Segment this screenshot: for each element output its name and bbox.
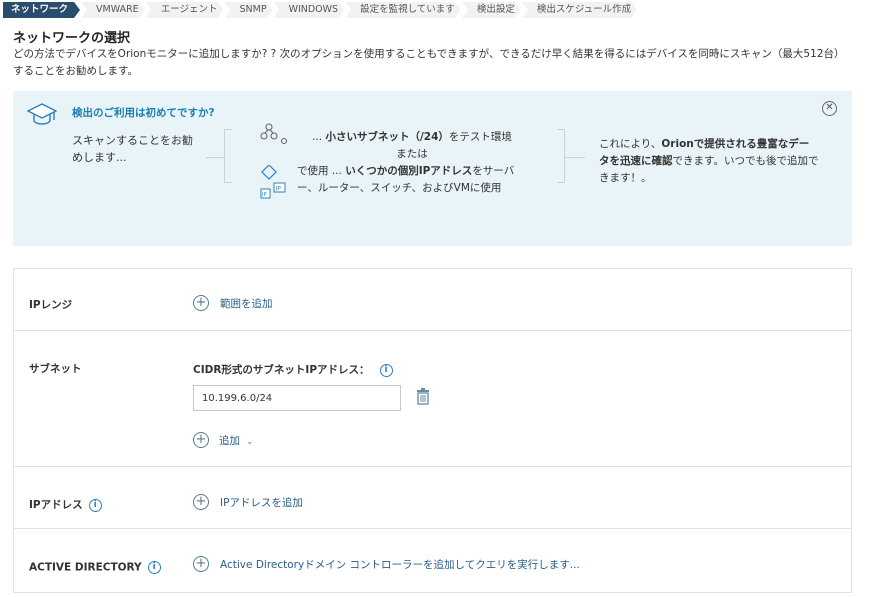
subnet-cidr-input[interactable] bbox=[193, 385, 401, 411]
add-subnet-button[interactable]: 追加 ⌄ bbox=[219, 433, 254, 448]
breadcrumb-step-windows[interactable]: WINDOWS bbox=[274, 2, 345, 18]
breadcrumb: ネットワーク VMWARE エージェント SNMP WINDOWS 設定を監視し… bbox=[3, 2, 638, 18]
network-selection-form bbox=[13, 268, 852, 593]
breadcrumb-step-schedule[interactable]: 検出スケジュール作成 bbox=[522, 2, 637, 18]
breadcrumb-step-discovery-settings[interactable]: 検出設定 bbox=[462, 2, 521, 18]
svg-text:IP: IP bbox=[262, 192, 267, 198]
page-title: ネットワークの選択 bbox=[13, 31, 131, 46]
breadcrumb-step-monitoring-settings[interactable]: 設定を監視しています bbox=[345, 2, 461, 18]
ip-address-info-icon[interactable]: i bbox=[88, 498, 102, 512]
add-active-directory-link[interactable]: Active Directoryドメイン コントローラーを追加してクエリを実行し… bbox=[220, 557, 580, 572]
info-options-text: ... 小さいサブネット（/24）をテスト環境 または bbox=[312, 131, 512, 160]
info-heading: 検出のご利用は初めてですか? bbox=[72, 107, 215, 119]
active-directory-label: ACTIVE DIRECTORY i bbox=[29, 561, 161, 574]
info-options-text-2: で使用 ... いくつかの個別IPアドレスをサーバ ー、ルーター、スイッチ、およ… bbox=[297, 165, 515, 194]
trash-icon[interactable] bbox=[416, 388, 430, 405]
chevron-down-icon: ⌄ bbox=[246, 437, 254, 447]
ip-address-icon: IP IP bbox=[260, 165, 286, 199]
page-description: どの方法でデバイスをOrionモニターに追加しますか? ? 次のオプションを使用… bbox=[13, 48, 845, 77]
first-time-info-panel: 検出のご利用は初めてですか? ✕ スキャンすることをお勧めします... IP I… bbox=[13, 91, 852, 246]
breadcrumb-step-network[interactable]: ネットワーク bbox=[3, 2, 80, 18]
subnet-label: サブネット bbox=[29, 363, 82, 375]
svg-text:IP: IP bbox=[276, 186, 282, 193]
close-icon[interactable]: ✕ bbox=[822, 101, 837, 116]
add-ip-address-plus-icon[interactable]: + bbox=[193, 494, 209, 510]
breadcrumb-step-vmware[interactable]: VMWARE bbox=[81, 2, 145, 18]
subnet-icon bbox=[260, 123, 288, 145]
add-ip-address-link[interactable]: IPアドレスを追加 bbox=[220, 495, 303, 510]
add-ip-range-plus-icon[interactable]: + bbox=[193, 295, 209, 311]
add-ip-range-link[interactable]: 範囲を追加 bbox=[220, 296, 273, 311]
ip-address-label: IPアドレス i bbox=[29, 497, 102, 512]
active-directory-info-icon[interactable]: i bbox=[147, 561, 161, 574]
add-active-directory-plus-icon[interactable]: + bbox=[193, 556, 209, 572]
breadcrumb-step-agent[interactable]: エージェント bbox=[146, 2, 224, 18]
info-recommend-text: スキャンすることをお勧めします... bbox=[72, 134, 193, 164]
breadcrumb-step-snmp[interactable]: SNMP bbox=[225, 2, 273, 18]
add-subnet-plus-icon[interactable]: + bbox=[193, 432, 209, 448]
ip-range-label: IPレンジ bbox=[29, 299, 73, 311]
cidr-field-label: CIDR形式のサブネットIPアドレス： i bbox=[193, 362, 393, 377]
graduation-cap-icon bbox=[27, 103, 57, 125]
cidr-info-icon[interactable]: i bbox=[379, 363, 393, 377]
info-result-text: これにより、Orionで提供される豊富なデータを迅速に確認できます。いつでも後で… bbox=[599, 138, 819, 184]
